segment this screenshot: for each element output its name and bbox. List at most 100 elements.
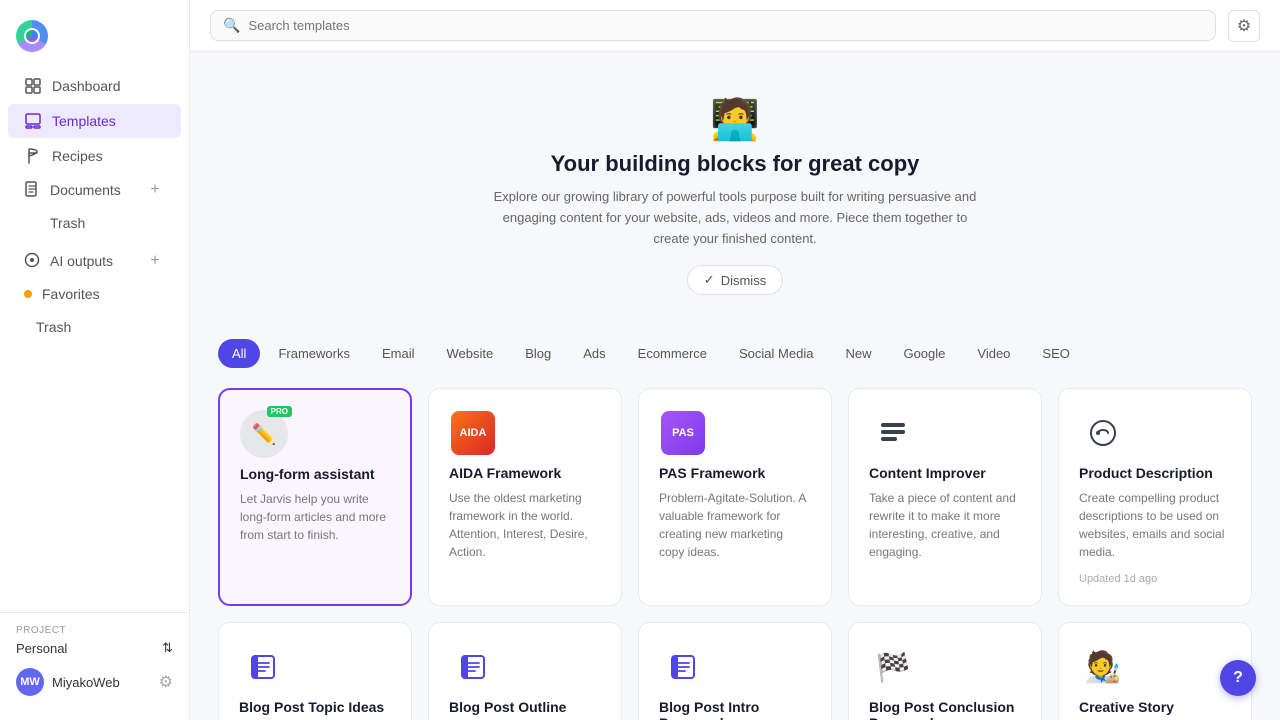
tab-all[interactable]: All — [218, 339, 260, 368]
filter-tabs: All Frameworks Email Website Blog Ads Ec… — [218, 339, 1252, 368]
card-content-improver[interactable]: Content Improver Take a piece of content… — [848, 388, 1042, 606]
card-blog-outline[interactable]: Blog Post Outline Create lists and outli… — [428, 622, 622, 720]
product-desc-icon — [1079, 409, 1127, 457]
tab-video[interactable]: Video — [963, 339, 1024, 368]
blog-topic-icon — [239, 643, 287, 691]
tab-ads[interactable]: Ads — [569, 339, 619, 368]
tab-blog[interactable]: Blog — [511, 339, 565, 368]
sidebar-item-recipes[interactable]: Recipes — [8, 139, 181, 173]
tab-social-media[interactable]: Social Media — [725, 339, 827, 368]
settings-icon[interactable]: ⚙ — [159, 672, 173, 692]
card-longform[interactable]: ✏️ PRO Long-form assistant Let Jarvis he… — [218, 388, 412, 606]
card-desc: Let Jarvis help you write long-form arti… — [240, 490, 390, 544]
logo-icon — [16, 20, 48, 52]
help-button[interactable]: ? — [1220, 660, 1256, 696]
pro-badge: PRO — [267, 406, 292, 417]
sidebar-item-templates-label: Templates — [52, 113, 116, 129]
sidebar-nav: Dashboard Templates Recipes — [0, 68, 189, 612]
hero-banner: 🧑‍💻 Your building blocks for great copy … — [218, 76, 1252, 315]
user-avatar: MW — [16, 668, 44, 696]
hero-title: Your building blocks for great copy — [238, 151, 1232, 177]
card-title: Blog Post Topic Ideas — [239, 699, 391, 715]
sidebar-item-trash-label: Trash — [50, 215, 85, 231]
card-aida[interactable]: AIDA AIDA Framework Use the oldest marke… — [428, 388, 622, 606]
checkmark-icon: ✓ — [704, 272, 715, 288]
creative-story-icon: 🧑‍🎨 — [1079, 643, 1127, 691]
sidebar-item-favorites[interactable]: Favorites — [8, 278, 181, 310]
search-input[interactable] — [248, 18, 1203, 33]
filter-icon: ⚙ — [1237, 16, 1251, 36]
tab-new[interactable]: New — [831, 339, 885, 368]
card-title: Product Description — [1079, 465, 1231, 481]
sidebar-item-recipes-label: Recipes — [52, 148, 103, 164]
topbar: 🔍 ⚙ — [190, 0, 1280, 52]
ai-outputs-icon — [24, 252, 40, 271]
recipes-icon — [24, 147, 42, 165]
sidebar-item-favorites-label: Favorites — [42, 286, 100, 302]
card-title: Content Improver — [869, 465, 1021, 481]
topbar-right: ⚙ — [1228, 10, 1260, 42]
user-row[interactable]: MW MiyakoWeb ⚙ — [16, 668, 173, 696]
card-desc: Use the oldest marketing framework in th… — [449, 489, 601, 561]
sidebar-ai-outputs-section: AI outputs + — [8, 245, 181, 277]
dismiss-button[interactable]: ✓ Dismiss — [687, 265, 783, 295]
card-title: AIDA Framework — [449, 465, 601, 481]
card-updated: Updated 1d ago — [1079, 573, 1231, 585]
tab-seo[interactable]: SEO — [1028, 339, 1083, 368]
content-improver-icon — [869, 409, 917, 457]
sidebar-item-dashboard-label: Dashboard — [52, 78, 121, 94]
sidebar-item-ai-outputs[interactable]: AI outputs — [24, 252, 145, 271]
sidebar-item-dashboard[interactable]: Dashboard — [8, 69, 181, 103]
documents-icon — [24, 181, 40, 200]
filter-button[interactable]: ⚙ — [1228, 10, 1260, 42]
sidebar: Dashboard Templates Recipes — [0, 0, 190, 720]
tab-frameworks[interactable]: Frameworks — [264, 339, 364, 368]
card-desc: Take a piece of content and rewrite it t… — [869, 489, 1021, 561]
username: MiyakoWeb — [52, 675, 151, 690]
content-area: 🧑‍💻 Your building blocks for great copy … — [190, 52, 1280, 720]
sidebar-footer: PROJECT Personal ⇅ MW MiyakoWeb ⚙ — [0, 612, 189, 708]
blog-conclusion-icon: 🏁 — [869, 643, 917, 691]
card-blog-conclusion[interactable]: 🏁 Blog Post Conclusion Paragraph Wrap up… — [848, 622, 1042, 720]
blog-intro-icon — [659, 643, 707, 691]
main-content: 🔍 ⚙ 🧑‍💻 Your building blocks for great c… — [190, 0, 1280, 720]
tab-ecommerce[interactable]: Ecommerce — [624, 339, 721, 368]
sidebar-item-ai-outputs-label: AI outputs — [50, 253, 113, 269]
search-wrap[interactable]: 🔍 — [210, 10, 1216, 41]
tab-website[interactable]: Website — [432, 339, 507, 368]
card-title: Blog Post Conclusion Paragraph — [869, 699, 1021, 720]
card-desc: Problem-Agitate-Solution. A valuable fra… — [659, 489, 811, 561]
sidebar-item-trash2-label: Trash — [36, 319, 71, 335]
sidebar-item-trash2[interactable]: Trash — [8, 311, 181, 343]
templates-icon — [24, 112, 42, 130]
hero-description: Explore our growing library of powerful … — [485, 187, 985, 249]
favorites-dot-icon — [24, 290, 32, 298]
dashboard-icon — [24, 77, 42, 95]
card-blog-intro[interactable]: Blog Post Intro Paragraph Blast through … — [638, 622, 832, 720]
project-label: PROJECT — [16, 625, 173, 636]
card-blog-topic[interactable]: Blog Post Topic Ideas Brainstorm new blo… — [218, 622, 412, 720]
project-chevron-icon: ⇅ — [162, 640, 173, 656]
add-document-button[interactable]: + — [145, 180, 165, 200]
sidebar-item-documents[interactable]: Documents — [24, 181, 145, 200]
sidebar-item-trash[interactable]: Trash — [8, 207, 181, 239]
tab-google[interactable]: Google — [889, 339, 959, 368]
tab-email[interactable]: Email — [368, 339, 429, 368]
card-product-description[interactable]: Product Description Create compelling pr… — [1058, 388, 1252, 606]
blog-outline-icon — [449, 643, 497, 691]
sidebar-item-documents-label: Documents — [50, 182, 121, 198]
card-title: PAS Framework — [659, 465, 811, 481]
card-title: Creative Story — [1079, 699, 1231, 715]
sidebar-item-templates[interactable]: Templates — [8, 104, 181, 138]
card-title: Long-form assistant — [240, 466, 390, 482]
add-ai-output-button[interactable]: + — [145, 251, 165, 271]
card-desc: Create compelling product descriptions t… — [1079, 489, 1231, 561]
card-title: Blog Post Outline — [449, 699, 601, 715]
hero-emoji: 🧑‍💻 — [238, 96, 1232, 143]
cards-grid: ✏️ PRO Long-form assistant Let Jarvis he… — [218, 388, 1252, 720]
app-logo — [0, 12, 189, 68]
aida-icon: AIDA — [449, 409, 497, 457]
project-select[interactable]: Personal ⇅ — [16, 640, 173, 656]
search-icon: 🔍 — [223, 17, 240, 34]
card-pas[interactable]: PAS PAS Framework Problem-Agitate-Soluti… — [638, 388, 832, 606]
